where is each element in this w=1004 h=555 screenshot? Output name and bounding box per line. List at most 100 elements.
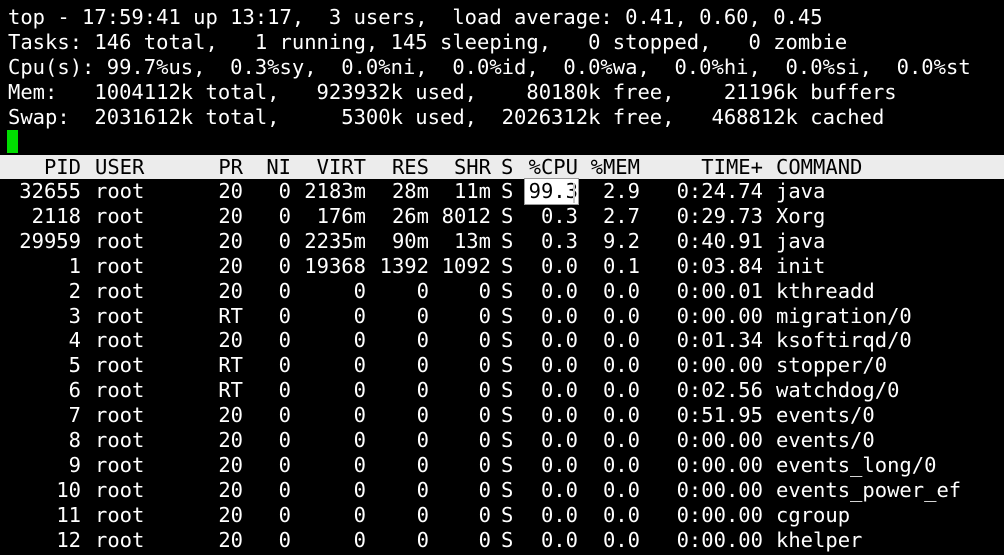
shr-cell: 0: [478, 477, 491, 502]
nice-cell: 0: [278, 303, 291, 328]
table-row: 4 root 20 0 0 0 0 S 0.0 0.0 0:01.34 ksoftirqd/0: [0, 328, 1004, 353]
table-row: 1 root 20 0 19368 1392 1092 S 0.0 0.1 0:03.84 init: [0, 254, 1004, 279]
res-cell: 0: [416, 502, 429, 527]
user-cell: root: [95, 428, 145, 452]
pid-cell: 12: [56, 527, 81, 552]
nice-cell: 0: [278, 328, 291, 353]
res-cell: 28m: [391, 179, 429, 203]
table-row: 29959 root 20 0 2235m 90m 13m S 0.3 9.2 0:40.91 jav…: [0, 229, 1004, 254]
res-cell: 0: [416, 452, 429, 477]
table-row: 2118 root 20 0 176m 26m 8012 S 0.3 2.7 0:29.73 Xorg: [0, 204, 1004, 229]
text-cursor-icon: [573, 183, 575, 203]
nice-cell: 0: [278, 527, 291, 552]
mem-cell: 0.0: [602, 353, 640, 378]
user-cell: root: [95, 502, 145, 527]
state-cell: S: [501, 378, 514, 403]
table-row: 12 root 20 0 0 0 0 S 0.0 0.0 0:00.00 khelper: [0, 528, 1004, 553]
user-cell: root: [95, 228, 145, 253]
column-header-pid: PID: [43, 155, 81, 179]
time-cell: 0:40.91: [676, 228, 763, 253]
cpu-cell: 0.0: [540, 353, 578, 378]
user-cell: root: [95, 328, 145, 353]
command-cell: ksoftirqd/0: [776, 328, 912, 353]
virt-cell: 0: [353, 502, 366, 527]
user-cell: root: [95, 179, 145, 203]
state-cell: S: [501, 452, 514, 477]
res-cell: 0: [416, 328, 429, 353]
user-cell: root: [95, 527, 145, 552]
mem-cell: 0.0: [602, 428, 640, 452]
pid-cell: 6: [68, 378, 81, 403]
nice-cell: 0: [278, 253, 291, 278]
pid-cell: 5: [68, 353, 81, 378]
pid-cell: 8: [68, 428, 81, 452]
nice-cell: 0: [278, 353, 291, 378]
priority-cell: 20: [218, 452, 243, 477]
command-cell: java: [776, 228, 826, 253]
time-cell: 0:01.34: [676, 328, 763, 353]
time-cell: 0:00.00: [676, 428, 763, 452]
user-cell: root: [95, 353, 145, 378]
nice-cell: 0: [278, 378, 291, 403]
mem-cell: 0.1: [602, 253, 640, 278]
virt-cell: 2183m: [304, 179, 366, 203]
column-header-virt: VIRT: [316, 155, 366, 179]
time-cell: 0:00.01: [676, 278, 763, 303]
priority-cell: 20: [218, 502, 243, 527]
state-cell: S: [501, 328, 514, 353]
state-cell: S: [501, 179, 514, 203]
mem-cell: 0.0: [602, 527, 640, 552]
nice-cell: 0: [278, 278, 291, 303]
pid-cell: 11: [56, 502, 81, 527]
nice-cell: 0: [278, 179, 291, 203]
table-row: 11 root 20 0 0 0 0 S 0.0 0.0 0:00.00 cgroup: [0, 503, 1004, 528]
virt-cell: 0: [353, 378, 366, 403]
priority-cell: 20: [218, 203, 243, 228]
mem-cell: 0.0: [602, 403, 640, 428]
time-cell: 0:24.74: [676, 179, 763, 203]
priority-cell: 20: [218, 403, 243, 428]
priority-cell: 20: [218, 228, 243, 253]
priority-cell: 20: [218, 328, 243, 353]
shr-cell: 0: [478, 328, 491, 353]
time-cell: 0:00.00: [676, 502, 763, 527]
command-cell: events_power_ef: [776, 477, 962, 502]
state-cell: S: [501, 303, 514, 328]
state-cell: S: [501, 477, 514, 502]
cpu-summary-line: Cpu(s): 99.7%us, 0.3%sy, 0.0%ni, 0.0%id,…: [8, 55, 971, 79]
priority-cell: 20: [218, 278, 243, 303]
res-cell: 26m: [391, 203, 429, 228]
table-row: 10 root 20 0 0 0 0 S 0.0 0.0 0:00.00 events_power_e…: [0, 478, 1004, 503]
top-uptime-line: top - 17:59:41 up 13:17, 3 users, load a…: [8, 5, 823, 29]
shr-cell: 0: [478, 378, 491, 403]
command-cell: java: [776, 179, 826, 203]
column-header-cpu: %CPU: [528, 155, 578, 179]
column-header-pr: PR: [218, 155, 243, 179]
res-cell: 0: [416, 527, 429, 552]
cpu-cell: 0.0: [540, 253, 578, 278]
command-cell: khelper: [776, 527, 863, 552]
table-row: 8 root 20 0 0 0 0 S 0.0 0.0 0:00.00 events/0: [0, 428, 1004, 453]
virt-cell: 0: [353, 403, 366, 428]
priority-cell: 20: [218, 428, 243, 452]
terminal-window[interactable]: top - 17:59:41 up 13:17, 3 users, load a…: [0, 0, 1004, 555]
state-cell: S: [501, 228, 514, 253]
res-cell: 0: [416, 378, 429, 403]
table-row: 5 root RT 0 0 0 0 S 0.0 0.0 0:00.00 stopper/0: [0, 353, 1004, 378]
mem-cell: 0.0: [602, 452, 640, 477]
nice-cell: 0: [278, 403, 291, 428]
cpu-cell: 0.0: [540, 278, 578, 303]
time-cell: 0:00.00: [676, 303, 763, 328]
time-cell: 0:29.73: [676, 203, 763, 228]
shr-cell: 0: [478, 452, 491, 477]
command-cell: events/0: [776, 403, 875, 428]
column-header-ni: NI: [266, 155, 291, 179]
virt-cell: 0: [353, 428, 366, 452]
shr-cell: 0: [478, 403, 491, 428]
column-header-time: TIME+: [701, 155, 763, 179]
command-cell: stopper/0: [776, 353, 888, 378]
memory-summary-line: Mem: 1004112k total, 923932k used, 80180…: [8, 80, 897, 104]
time-cell: 0:00.00: [676, 353, 763, 378]
command-cell: events_long/0: [776, 452, 937, 477]
table-row: 9 root 20 0 0 0 0 S 0.0 0.0 0:00.00 events_long/0: [0, 453, 1004, 478]
